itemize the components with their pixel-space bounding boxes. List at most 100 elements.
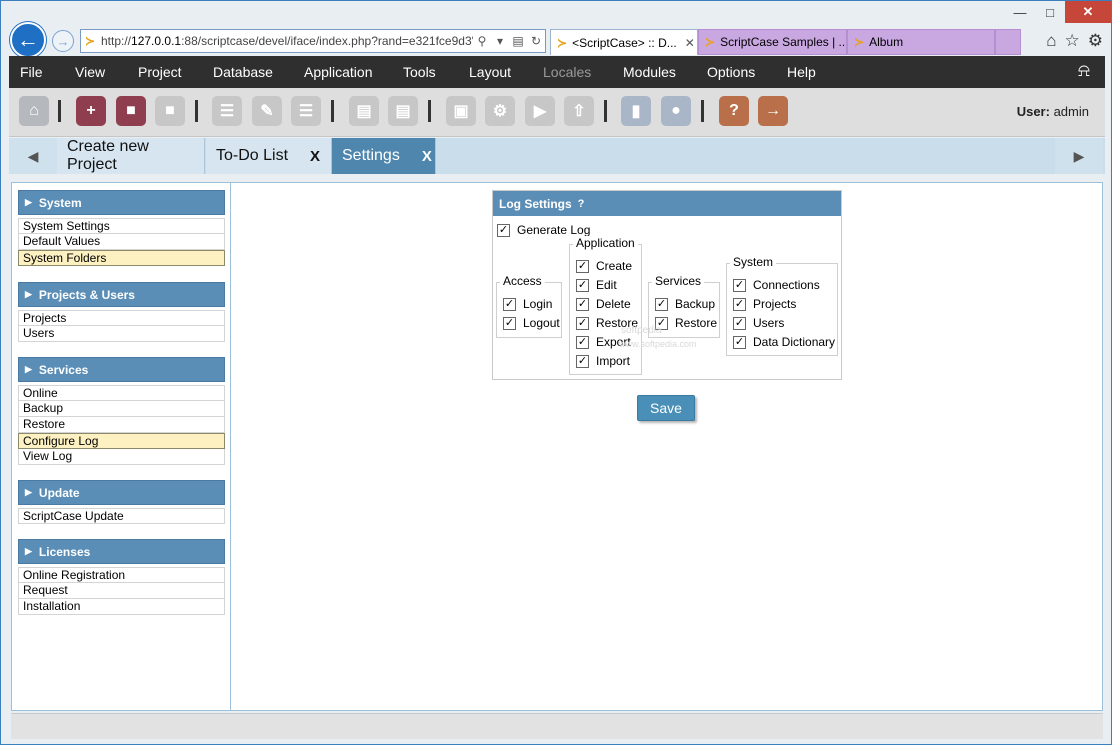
projects-checkbox[interactable]: ✓ [733, 297, 746, 311]
back-icon[interactable]: ← [10, 22, 46, 58]
browser-tab-scriptcase[interactable]: ≻ <ScriptCase> :: D... ✕ [550, 29, 698, 55]
home-icon[interactable]: ⌂ [1046, 31, 1056, 51]
generate-icon[interactable]: ⚙ [485, 96, 515, 126]
close-tab-icon[interactable]: ✕ [677, 36, 695, 50]
address-bar[interactable]: ≻ http://127.0.0.1:88/scriptcase/devel/i… [80, 29, 546, 53]
menu-file[interactable]: File [20, 64, 43, 80]
save-button[interactable]: Save [637, 395, 695, 421]
maximize-icon[interactable]: □ [1035, 1, 1065, 23]
sidebar-group-header[interactable]: ▶ System [18, 190, 225, 215]
open-project-icon[interactable]: ■ [116, 96, 146, 126]
browser-tab-album[interactable]: ≻ Album [847, 29, 995, 55]
home-icon[interactable]: ⌂ [19, 96, 49, 126]
refresh-icon[interactable]: ↻ [527, 34, 545, 48]
users-checkbox[interactable]: ✓ [733, 316, 746, 330]
compat-view-icon[interactable]: ▤ [509, 34, 527, 48]
minimize-icon[interactable]: — [1005, 1, 1035, 23]
spell-check-icon[interactable]: ● [661, 96, 691, 126]
menu-modules[interactable]: Modules [623, 64, 676, 80]
logout-checkbox[interactable]: ✓ [503, 316, 516, 330]
restore-checkbox[interactable]: ✓ [576, 316, 589, 330]
services-restore-row: ✓ Restore [655, 316, 717, 330]
address-url[interactable]: http://127.0.0.1:88/scriptcase/devel/ifa… [101, 34, 473, 48]
sidebar-item-projects[interactable]: Projects [18, 310, 225, 326]
sidebar-item-restore[interactable]: Restore [18, 417, 225, 433]
app-edit-row: ✓ Edit [576, 278, 617, 292]
close-tab-icon[interactable]: X [422, 148, 432, 165]
menu-layout[interactable]: Layout [469, 64, 511, 80]
new-project-icon[interactable]: + [76, 96, 106, 126]
close-window-icon[interactable]: ✕ [1065, 1, 1111, 23]
sidebar-item-view-log[interactable]: View Log [18, 449, 225, 465]
dropdown-icon[interactable]: ▾ [491, 34, 509, 48]
sidebar-item-request[interactable]: Request [18, 583, 225, 599]
browser-tab-samples[interactable]: ≻ ScriptCase Samples | ... [698, 29, 847, 55]
save-icon[interactable]: ▣ [446, 96, 476, 126]
edit-app-icon[interactable]: ✎ [252, 96, 282, 126]
edit-checkbox[interactable]: ✓ [576, 278, 589, 292]
sidebar-item-scriptcase-update[interactable]: ScriptCase Update [18, 508, 225, 524]
search-icon[interactable]: ⚲ [473, 34, 491, 48]
menu-tools[interactable]: Tools [403, 64, 436, 80]
export-icon[interactable]: ⇧ [564, 96, 594, 126]
documents-icon[interactable]: ▤ [388, 96, 418, 126]
watermark: softpedia [621, 325, 662, 336]
bell-icon[interactable]: ⍾ [1071, 60, 1097, 84]
sidebar-item-default-values[interactable]: Default Values [18, 234, 225, 250]
sidebar-item-online[interactable]: Online [18, 385, 225, 401]
sidebar-item-installation[interactable]: Installation [18, 599, 225, 615]
sidebar-item-online-registration[interactable]: Online Registration [18, 567, 225, 583]
favorites-star-icon[interactable]: ☆ [1065, 31, 1080, 51]
help-icon[interactable]: ? [578, 198, 585, 210]
toolbar-separator [428, 100, 431, 122]
help-icon[interactable]: ? [719, 96, 749, 126]
tab-todo-list[interactable]: To-Do List X [206, 138, 332, 174]
generate-log-checkbox[interactable]: ✓ [497, 223, 510, 237]
delete-checkbox[interactable]: ✓ [576, 297, 589, 311]
tab-settings[interactable]: Settings X [332, 138, 436, 174]
close-project-icon[interactable]: ■ [155, 96, 185, 126]
services-backup-row: ✓ Backup [655, 297, 715, 311]
sidebar-item-users[interactable]: Users [18, 326, 225, 342]
new-app-icon[interactable]: ☰ [212, 96, 242, 126]
backup-checkbox[interactable]: ✓ [655, 297, 668, 311]
login-checkbox[interactable]: ✓ [503, 297, 516, 311]
book-icon[interactable]: ▮ [621, 96, 651, 126]
menu-project[interactable]: Project [138, 64, 182, 80]
tab-scroll-right-icon[interactable]: ▶ [1055, 138, 1103, 174]
new-tab-button[interactable] [995, 29, 1021, 55]
menu-view[interactable]: View [75, 64, 105, 80]
run-icon[interactable]: ▶ [525, 96, 555, 126]
exit-icon[interactable]: → [758, 96, 788, 126]
menu-locales[interactable]: Locales [543, 64, 591, 80]
sidebar-item-system-folders[interactable]: System Folders [18, 250, 225, 266]
list-apps-icon[interactable]: ☰ [291, 96, 321, 126]
create-checkbox[interactable]: ✓ [576, 259, 589, 273]
forward-icon[interactable]: → [52, 30, 74, 52]
tab-create-new-project[interactable]: Create new Project [57, 138, 205, 174]
export-checkbox[interactable]: ✓ [576, 335, 589, 349]
sidebar-item-system-settings[interactable]: System Settings [18, 218, 225, 234]
import-checkbox[interactable]: ✓ [576, 354, 589, 368]
close-tab-icon[interactable]: X [310, 148, 320, 165]
sidebar-group-header[interactable]: ▶ Licenses [18, 539, 225, 564]
menu-options[interactable]: Options [707, 64, 755, 80]
sidebar-group-licenses: ▶ Licenses Online Registration Request In… [18, 539, 225, 615]
data-dictionary-checkbox[interactable]: ✓ [733, 335, 746, 349]
tab-scroll-left-icon[interactable]: ◀ [9, 138, 57, 174]
connections-checkbox[interactable]: ✓ [733, 278, 746, 292]
menu-database[interactable]: Database [213, 64, 273, 80]
sidebar-group-header[interactable]: ▶ Update [18, 480, 225, 505]
menu-application[interactable]: Application [304, 64, 373, 80]
fieldset-legend: System [730, 255, 777, 269]
log-settings-panel: Log Settings ? ✓ Generate Log Access ✓ Lo… [492, 190, 842, 380]
sidebar-group-header[interactable]: ▶ Services [18, 357, 225, 382]
menu-help[interactable]: Help [787, 64, 816, 80]
tab-label: Settings [342, 147, 400, 164]
document-icon[interactable]: ▤ [349, 96, 379, 126]
sidebar-item-backup[interactable]: Backup [18, 401, 225, 417]
gear-icon[interactable]: ⚙ [1088, 31, 1103, 51]
sidebar-group-header[interactable]: ▶ Projects & Users [18, 282, 225, 307]
system-fieldset: System ✓ Connections ✓ Projects ✓ Users ✓ Da… [726, 255, 838, 356]
sidebar-item-configure-log[interactable]: Configure Log [18, 433, 225, 449]
